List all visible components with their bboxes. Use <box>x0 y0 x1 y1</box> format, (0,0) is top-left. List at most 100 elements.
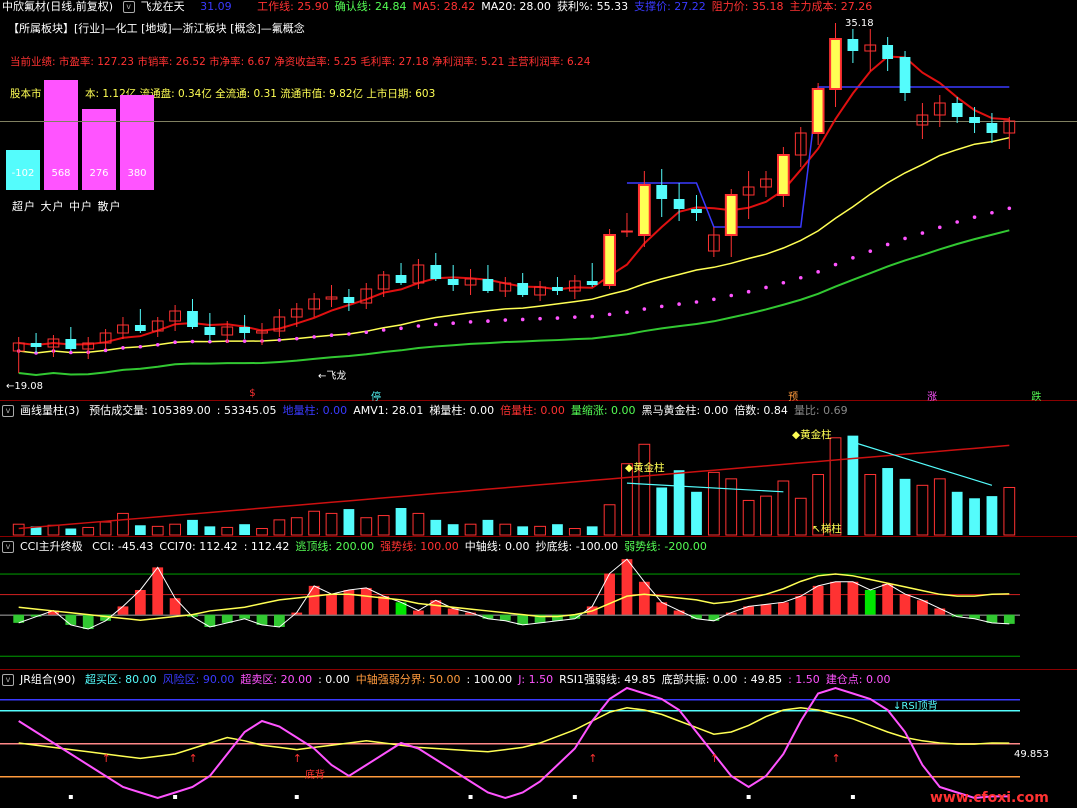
cci-bar <box>273 614 285 627</box>
dot-line-point <box>816 270 820 274</box>
ladder-label: ↖梯柱 <box>812 523 842 535</box>
volume-bar <box>204 526 216 535</box>
volume-value-4: 梯量柱: 0.00 <box>429 404 495 417</box>
dot-line-point <box>798 275 803 280</box>
dot-line-point <box>937 225 942 230</box>
dot-line-point <box>173 340 177 345</box>
dot-line-point <box>347 332 351 336</box>
dot-line-point <box>903 236 907 241</box>
watermark: www.cfoxi.com <box>930 790 1049 806</box>
volume-bar <box>325 512 338 536</box>
cci-panel-header: v CCI主升终极 CCI: -45.43 CCI70: 112.42: 112.4… <box>2 540 719 554</box>
jr-value-4: 中轴强弱分界: 50.00 <box>355 673 461 686</box>
volume-bar <box>933 478 946 536</box>
bottom-divergence-label: 底背 <box>305 770 325 781</box>
volume-value-7: 黑马黄金柱: 0.00 <box>641 404 729 417</box>
cci-bar <box>847 581 859 615</box>
high-price-label: 35.18 <box>845 18 874 29</box>
cci-bar <box>899 594 911 615</box>
dot-line-point <box>433 322 438 327</box>
cci-bar <box>795 596 807 615</box>
volume-bar <box>534 525 546 536</box>
volume-bar <box>412 512 425 536</box>
volume-value-3: AMV1: 28.01 <box>353 404 424 417</box>
candle-body <box>395 275 407 283</box>
dot-line-point <box>69 350 73 355</box>
bottom-marker <box>850 795 855 799</box>
candle-body <box>656 185 668 199</box>
dot-line-point <box>642 307 647 311</box>
volume-value-6: 量缩涨: 0.00 <box>570 404 636 417</box>
dot-line-point <box>868 249 873 253</box>
volume-bar <box>603 504 616 536</box>
volume-trend-line <box>18 444 1010 530</box>
candle-body <box>621 230 633 233</box>
dot-line-point <box>1007 206 1012 211</box>
dropdown-icon[interactable]: v <box>2 674 14 686</box>
volume-panel-header: v 画线量柱(3) 预估成交量: 105389.00: 53345.05 地量柱: … <box>2 404 860 418</box>
dot-line-point <box>399 326 403 331</box>
dot-line-point <box>555 316 560 320</box>
volume-values: 预估成交量: 105389.00: 53345.05 地量柱: 0.00 AMV1:… <box>89 404 854 417</box>
rsi-top-label: ↓RSI顶背 <box>893 701 938 712</box>
volume-bar <box>899 478 911 535</box>
rsi-up-arrow: ↑ <box>188 752 197 765</box>
jr-value-9: : 49.85 <box>743 673 783 686</box>
cci-panel-label[interactable]: CCI主升终极 <box>20 540 83 553</box>
volume-bar <box>65 528 77 535</box>
volume-value-1: : 53345.05 <box>216 404 277 417</box>
candle-body <box>586 281 598 285</box>
volume-bar <box>377 515 390 536</box>
cci-bar <box>169 598 181 615</box>
volume-bar <box>725 478 738 536</box>
dot-line-point <box>312 335 316 339</box>
dot-line-point <box>138 344 143 349</box>
volume-panel-label[interactable]: 画线量柱(3) <box>20 404 80 417</box>
candle-body <box>603 234 616 286</box>
candle-body <box>30 343 42 347</box>
jr-panel-label[interactable]: JR组合(90) <box>20 673 75 686</box>
volume-bar <box>239 524 251 535</box>
candle-body <box>847 39 859 51</box>
volume-bar <box>221 526 234 536</box>
volume-bar <box>499 523 512 536</box>
dot-line-point <box>294 336 299 341</box>
volume-bar <box>552 524 563 535</box>
dot-line-point <box>590 314 595 319</box>
cci-bar <box>882 583 894 615</box>
dot-line-point <box>451 321 455 326</box>
cci-level-line-3 <box>0 655 1020 657</box>
dot-line-point <box>677 302 681 306</box>
dropdown-icon[interactable]: v <box>2 541 14 553</box>
cci-bar <box>621 559 633 615</box>
dot-line-point <box>712 297 716 302</box>
jr-value-2: 超卖区: 20.00 <box>240 673 313 686</box>
volume-bar <box>464 523 477 536</box>
dropdown-icon[interactable]: v <box>2 405 14 417</box>
dot-line-point <box>955 220 959 224</box>
dot-line-point <box>416 324 421 328</box>
dot-line-point <box>659 304 664 309</box>
dot-line-point <box>573 315 577 319</box>
candle-body <box>673 199 685 209</box>
jr-value-5: : 100.00 <box>466 673 513 686</box>
cci-value-4: 强势线: 100.00 <box>380 540 459 553</box>
bottom-marker <box>746 795 751 799</box>
line-ma-long <box>18 229 1010 377</box>
cci-value-7: 弱势线: -200.00 <box>624 540 707 553</box>
cci-value-2: : 112.42 <box>243 540 290 553</box>
volume-bar <box>117 512 129 536</box>
dot-line-point <box>851 255 855 260</box>
candle-body <box>517 283 529 295</box>
volume-bar <box>986 496 998 535</box>
cci-bar <box>760 604 772 615</box>
volume-value-8: 倍数: 0.84 <box>734 404 788 417</box>
rsi-up-arrow: ↑ <box>710 752 719 765</box>
dot-line-point <box>625 310 629 315</box>
dot-line-point <box>486 319 490 323</box>
jr-level-line-1 <box>0 710 1020 712</box>
jr-level-line-2 <box>0 743 1020 745</box>
volume-bar <box>656 487 668 535</box>
dot-line-point <box>381 328 386 332</box>
bottom-marker <box>468 795 473 799</box>
